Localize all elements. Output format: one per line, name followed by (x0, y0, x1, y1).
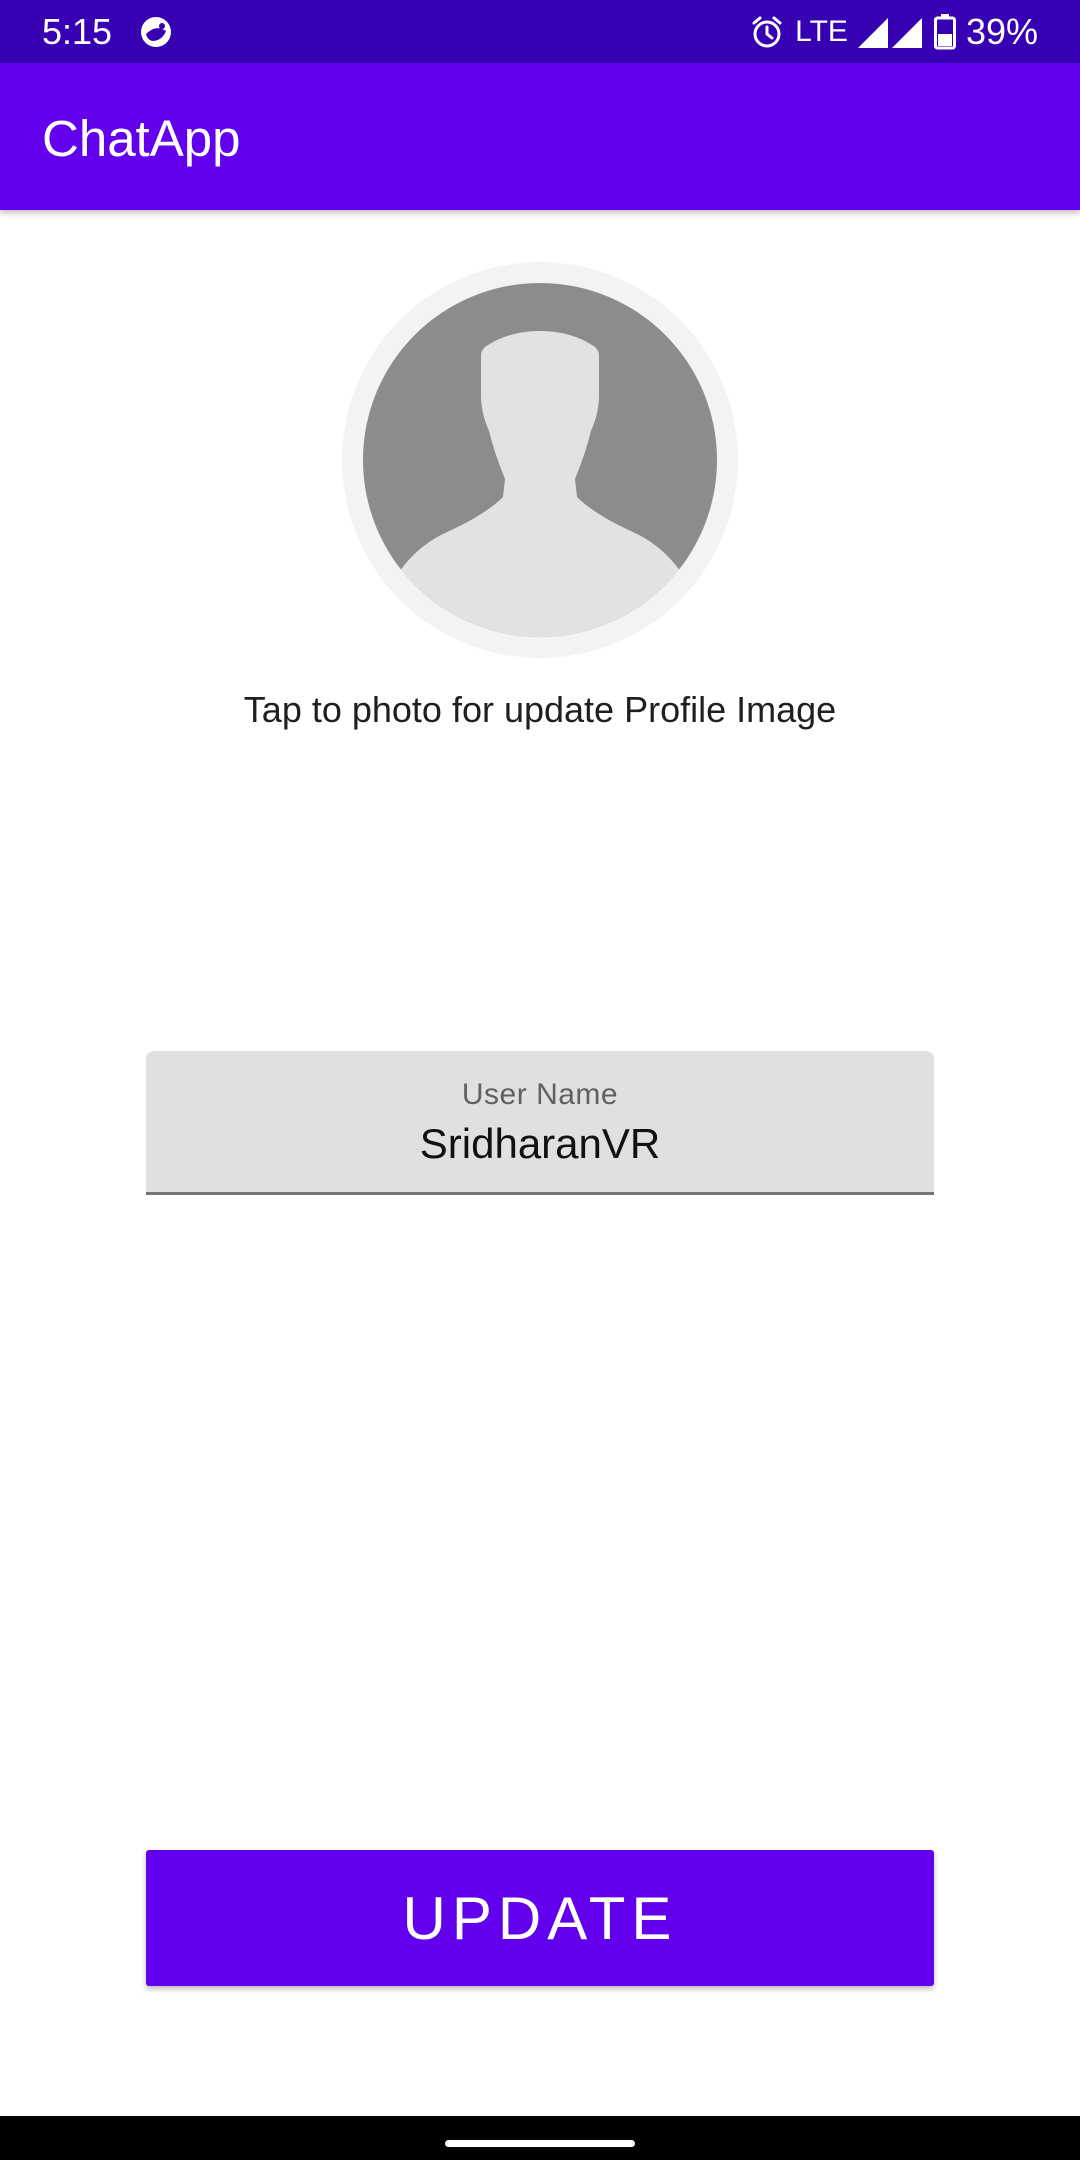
update-button[interactable]: UPDATE (146, 1850, 934, 1986)
status-time: 5:15 (42, 11, 113, 52)
battery-percent: 39% (965, 11, 1038, 52)
network-type: LTE (795, 15, 848, 48)
default-person-avatar-icon (363, 283, 717, 637)
gesture-handle[interactable] (445, 2140, 635, 2147)
status-icons: LTE 39% (749, 10, 1038, 54)
profile-update-screen: 5:15 LTE 39% ChatApp Tap to photo for up… (0, 0, 1080, 2160)
app-title: ChatApp (42, 110, 241, 167)
username-field[interactable]: User Name (146, 1051, 934, 1195)
status-bar: 5:15 LTE 39% (0, 0, 1080, 63)
profile-image-hint: Tap to photo for update Profile Image (243, 689, 837, 730)
profile-image-button[interactable] (342, 262, 738, 658)
chat-bubble-icon (138, 14, 174, 50)
username-label: User Name (461, 1078, 619, 1111)
battery-icon (933, 14, 956, 50)
cell-signal-icon (857, 16, 924, 48)
alarm-icon (749, 14, 785, 50)
app-bar: ChatApp (0, 63, 1080, 210)
username-input[interactable] (166, 1117, 914, 1171)
navigation-bar (0, 2116, 1080, 2160)
